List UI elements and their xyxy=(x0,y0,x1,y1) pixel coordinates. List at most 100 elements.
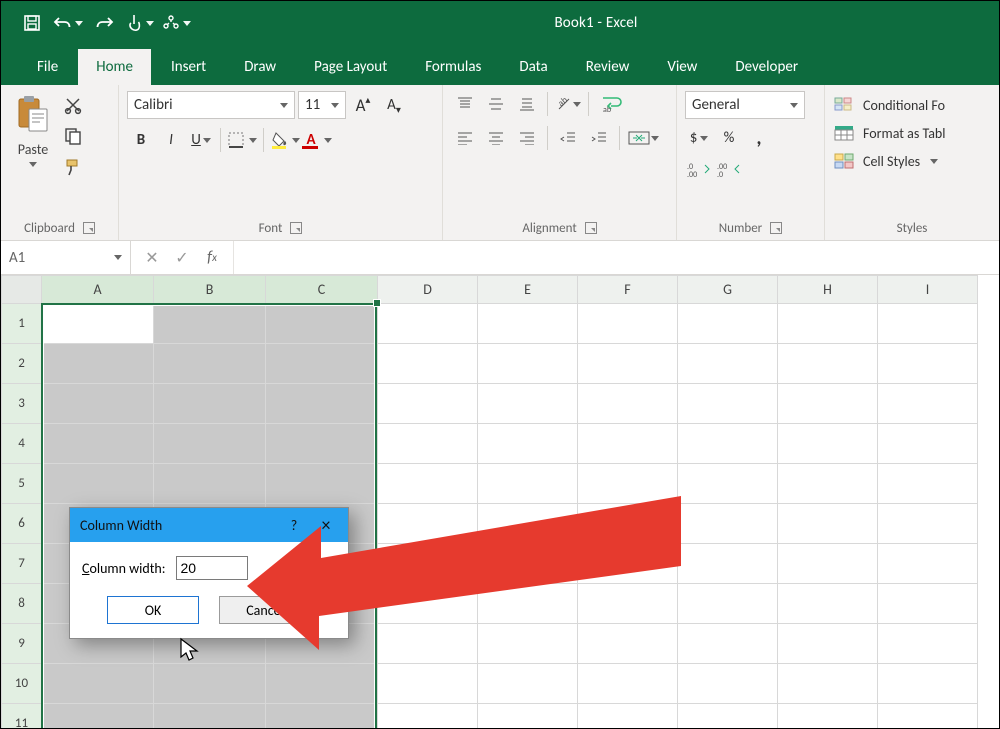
row-header[interactable]: 8 xyxy=(2,584,42,624)
cell[interactable] xyxy=(378,304,478,344)
cell[interactable] xyxy=(778,464,878,504)
cell[interactable] xyxy=(578,704,678,729)
cell[interactable] xyxy=(778,544,878,584)
cell[interactable] xyxy=(154,344,266,384)
increase-font-size-button[interactable]: A▴ xyxy=(349,92,377,118)
italic-button[interactable]: I xyxy=(157,127,185,153)
dialog-launcher-icon[interactable] xyxy=(290,222,302,234)
tab-developer[interactable]: Developer xyxy=(717,49,816,85)
cell[interactable] xyxy=(478,424,578,464)
cell[interactable] xyxy=(478,344,578,384)
cell[interactable] xyxy=(878,344,978,384)
cell[interactable] xyxy=(478,464,578,504)
cell[interactable] xyxy=(678,464,778,504)
cell[interactable] xyxy=(678,504,778,544)
cell[interactable] xyxy=(878,384,978,424)
save-icon[interactable] xyxy=(15,5,49,41)
cell[interactable] xyxy=(478,504,578,544)
font-color-button[interactable]: A xyxy=(303,127,335,153)
chevron-down-icon[interactable] xyxy=(75,21,83,26)
column-header[interactable]: C xyxy=(266,276,378,304)
cell[interactable] xyxy=(478,704,578,729)
cell[interactable] xyxy=(878,704,978,729)
chevron-down-icon[interactable] xyxy=(29,162,37,167)
column-header[interactable]: H xyxy=(778,276,878,304)
row-header[interactable]: 4 xyxy=(2,424,42,464)
tab-draw[interactable]: Draw xyxy=(226,49,294,85)
cell[interactable] xyxy=(578,584,678,624)
tab-review[interactable]: Review xyxy=(568,49,648,85)
number-format-combo[interactable]: General xyxy=(685,91,805,119)
copy-button[interactable] xyxy=(59,122,87,150)
align-top-button[interactable] xyxy=(451,91,479,117)
cell[interactable] xyxy=(378,424,478,464)
cell[interactable] xyxy=(266,424,378,464)
increase-indent-button[interactable] xyxy=(585,125,613,151)
cell[interactable] xyxy=(378,384,478,424)
cell[interactable] xyxy=(42,704,154,729)
font-name-combo[interactable]: Calibri xyxy=(127,91,295,119)
row-header[interactable]: 6 xyxy=(2,504,42,544)
cell[interactable] xyxy=(678,704,778,729)
column-header[interactable]: B xyxy=(154,276,266,304)
cell[interactable] xyxy=(778,304,878,344)
cell[interactable] xyxy=(678,584,778,624)
name-box[interactable]: A1 xyxy=(1,241,131,274)
chevron-down-icon[interactable] xyxy=(146,21,154,26)
ok-button[interactable]: OK xyxy=(107,596,199,624)
merge-center-button[interactable] xyxy=(626,125,660,151)
dialog-launcher-icon[interactable] xyxy=(770,222,782,234)
cell[interactable] xyxy=(266,384,378,424)
cancel-formula-button[interactable]: ✕ xyxy=(139,245,165,271)
conditional-formatting-button[interactable]: Conditional Fo xyxy=(833,95,945,115)
cell[interactable] xyxy=(154,304,266,344)
row-header[interactable]: 10 xyxy=(2,664,42,704)
row-header[interactable]: 7 xyxy=(2,544,42,584)
cell[interactable] xyxy=(378,464,478,504)
cell[interactable] xyxy=(778,344,878,384)
row-header[interactable]: 2 xyxy=(2,344,42,384)
cell[interactable] xyxy=(378,624,478,664)
tab-view[interactable]: View xyxy=(649,49,715,85)
cell[interactable] xyxy=(42,424,154,464)
orientation-button[interactable]: ab xyxy=(554,91,582,117)
help-button[interactable]: ? xyxy=(282,517,306,534)
chevron-down-icon[interactable] xyxy=(183,21,191,26)
redo-button[interactable] xyxy=(87,5,121,41)
dialog-launcher-icon[interactable] xyxy=(585,222,597,234)
cell[interactable] xyxy=(678,664,778,704)
cell[interactable] xyxy=(578,464,678,504)
cell[interactable] xyxy=(478,664,578,704)
cell[interactable] xyxy=(778,504,878,544)
align-left-button[interactable] xyxy=(451,125,479,151)
cell[interactable] xyxy=(778,584,878,624)
enter-formula-button[interactable]: ✓ xyxy=(169,245,195,271)
cell[interactable] xyxy=(378,504,478,544)
paste-button[interactable]: Paste xyxy=(9,91,57,167)
cut-button[interactable] xyxy=(59,91,87,119)
font-size-combo[interactable]: 11 xyxy=(298,91,346,119)
decrease-decimal-button[interactable]: .00.0 xyxy=(715,157,743,183)
row-header[interactable]: 9 xyxy=(2,624,42,664)
dialog-launcher-icon[interactable] xyxy=(83,222,95,234)
cell[interactable] xyxy=(42,304,154,344)
cell[interactable] xyxy=(154,464,266,504)
tab-data[interactable]: Data xyxy=(501,49,565,85)
column-width-input[interactable] xyxy=(176,556,248,580)
cell[interactable] xyxy=(478,384,578,424)
align-middle-button[interactable] xyxy=(482,91,510,117)
cell[interactable] xyxy=(266,704,378,729)
column-header[interactable]: D xyxy=(378,276,478,304)
cell[interactable] xyxy=(678,384,778,424)
dialog-titlebar[interactable]: Column Width ? × xyxy=(70,508,348,542)
row-header[interactable]: 5 xyxy=(2,464,42,504)
cell[interactable] xyxy=(378,584,478,624)
format-as-table-button[interactable]: Format as Tabl xyxy=(833,123,945,143)
tab-file[interactable]: File xyxy=(19,49,76,85)
cell[interactable] xyxy=(266,664,378,704)
row-header[interactable]: 11 xyxy=(2,704,42,729)
cell[interactable] xyxy=(678,624,778,664)
qat-extra-button[interactable] xyxy=(159,5,193,41)
cell[interactable] xyxy=(42,664,154,704)
cell[interactable] xyxy=(42,464,154,504)
